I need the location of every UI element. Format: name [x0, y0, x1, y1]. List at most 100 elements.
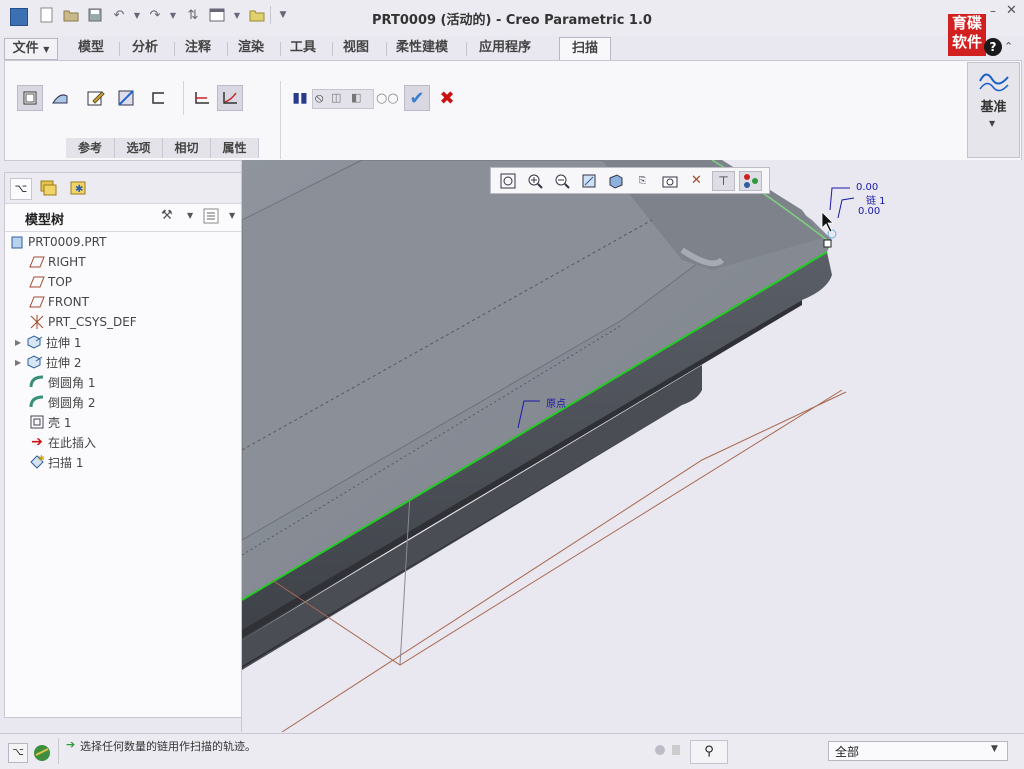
- extrude-icon: [27, 354, 43, 370]
- tree-settings-icon[interactable]: ⚒: [161, 208, 173, 223]
- tree-item-label: FRONT: [48, 295, 89, 309]
- browser-toggle-icon[interactable]: [32, 743, 52, 766]
- ribbon-tabs: 文件 ▼ 模型 分析 注释 渲染 工具 视图 柔性建模 应用程序 扫描: [0, 37, 1024, 62]
- tree-item-label: 在此插入: [48, 435, 97, 450]
- constant-section-button[interactable]: [189, 85, 215, 111]
- remove-material-button[interactable]: [113, 85, 139, 111]
- minimize-icon[interactable]: –: [990, 4, 1002, 18]
- tab-tools[interactable]: 工具: [284, 37, 322, 59]
- tab-render[interactable]: 渲染: [232, 37, 270, 59]
- ribbon-separator: [183, 81, 184, 115]
- tree-settings-dropdown-icon[interactable]: ▼: [187, 211, 193, 220]
- tree-item-sweep[interactable]: ✱ 扫描 1: [29, 452, 83, 472]
- tab-annotate[interactable]: 注释: [179, 37, 217, 59]
- datum-plane-icon: [29, 274, 45, 290]
- model-view[interactable]: [242, 160, 1024, 732]
- spin-center-icon[interactable]: [739, 170, 762, 191]
- datum-plane-icon: [29, 294, 45, 310]
- expand-arrow-icon[interactable]: ▶: [15, 358, 23, 367]
- refit-icon[interactable]: [496, 171, 519, 191]
- tree-item-shell[interactable]: 壳 1: [29, 412, 71, 432]
- tab-divider: [119, 42, 120, 56]
- dimension-value-bottom[interactable]: 0.00: [858, 206, 880, 217]
- view-manager-icon[interactable]: [658, 171, 681, 191]
- datum-curve-icon: [978, 67, 1010, 96]
- tab-sweep[interactable]: 扫描: [559, 37, 611, 62]
- tree-item-csys[interactable]: PRT_CSYS_DEF: [29, 312, 137, 332]
- subtab-references[interactable]: 参考: [66, 138, 115, 158]
- datum-dropdown-icon[interactable]: ▼: [989, 119, 995, 128]
- tree-item-front[interactable]: FRONT: [29, 292, 89, 312]
- preview-geometry-icon[interactable]: ◫: [331, 91, 341, 104]
- subtab-tangency[interactable]: 相切: [163, 138, 211, 158]
- panel-splitter[interactable]: [241, 160, 242, 732]
- sweep-solid-button[interactable]: [17, 85, 43, 111]
- tree-filters-dropdown-icon[interactable]: ▼: [229, 211, 235, 220]
- tab-view[interactable]: 视图: [337, 37, 375, 59]
- repaint-icon[interactable]: [577, 171, 600, 191]
- tab-divider: [386, 42, 387, 56]
- tree-item-top[interactable]: TOP: [29, 272, 72, 292]
- datum-group[interactable]: 基准 ▼: [967, 62, 1020, 158]
- no-preview-icon[interactable]: ⦸: [315, 91, 323, 106]
- round-icon: [29, 374, 45, 390]
- tree-item-label: PRT_CSYS_DEF: [48, 315, 137, 329]
- toggle-navigator-icon[interactable]: ⌥: [8, 743, 28, 763]
- datum-plane-icon: [29, 254, 45, 270]
- subtab-properties[interactable]: 属性: [211, 138, 259, 158]
- cancel-button[interactable]: ✖: [434, 85, 460, 111]
- tab-applications[interactable]: 应用程序: [473, 37, 537, 59]
- tab-model[interactable]: 模型: [72, 37, 110, 59]
- accept-button[interactable]: ✔: [404, 85, 430, 111]
- datum-label: 基准: [980, 100, 1007, 115]
- tree-item-label: 壳 1: [48, 415, 72, 430]
- zoom-in-icon[interactable]: [523, 171, 546, 191]
- tab-flexible-modeling[interactable]: 柔性建模: [390, 37, 454, 59]
- tab-file[interactable]: 文件 ▼: [4, 38, 58, 60]
- tree-item-extrude-2[interactable]: ▶ 拉伸 2: [15, 352, 81, 372]
- tree-root-label: PRT0009.PRT: [28, 235, 107, 249]
- glasses-preview-icon[interactable]: ○○: [376, 91, 399, 106]
- selection-filter-value: 全部: [835, 745, 860, 759]
- chain-label[interactable]: 链 1: [866, 192, 886, 207]
- datum-display-filters-icon[interactable]: ✕: [685, 171, 708, 191]
- svg-text:✱: ✱: [38, 454, 45, 463]
- subtab-options[interactable]: 选项: [115, 138, 163, 158]
- thicken-button[interactable]: [145, 85, 171, 111]
- verify-preview-icon[interactable]: ◧: [351, 91, 361, 104]
- folder-browser-tab-icon[interactable]: [38, 178, 58, 201]
- tab-divider: [466, 42, 467, 56]
- tab-divider: [174, 42, 175, 56]
- favorites-tab-icon[interactable]: ✱: [68, 178, 88, 201]
- model-tree-tab-icon[interactable]: ⌥: [10, 178, 32, 200]
- tab-divider: [280, 42, 281, 56]
- saved-orientations-icon[interactable]: ⎘: [631, 171, 654, 191]
- status-indicator-icon: [655, 745, 665, 755]
- tree-item-round-2[interactable]: 倒圆角 2: [29, 392, 95, 412]
- annotation-display-icon[interactable]: ⊤: [712, 170, 735, 191]
- display-style-icon[interactable]: [604, 171, 627, 191]
- zoom-out-icon[interactable]: [550, 171, 573, 191]
- sketch-button[interactable]: [83, 85, 109, 111]
- status-divider: [58, 738, 59, 764]
- status-message: 选择任何数量的链用作扫描的轨迹。: [80, 740, 256, 753]
- origin-label[interactable]: 原点: [546, 395, 566, 410]
- tree-item-right[interactable]: RIGHT: [29, 252, 86, 272]
- selection-filter[interactable]: 全部 ▼: [828, 741, 1008, 761]
- tree-item-extrude-1[interactable]: ▶ 拉伸 1: [15, 332, 81, 352]
- tree-root[interactable]: PRT0009.PRT: [9, 232, 106, 252]
- graphics-window[interactable]: 0.00 链 1 0.00 原点: [242, 160, 1024, 732]
- selection-filter-dropdown-icon[interactable]: ▼: [991, 744, 998, 754]
- pause-button[interactable]: ▮▮: [287, 85, 313, 111]
- tree-item-round-1[interactable]: 倒圆角 1: [29, 372, 95, 392]
- variable-section-button[interactable]: [217, 85, 243, 111]
- expand-arrow-icon[interactable]: ▶: [15, 338, 23, 347]
- title-bar: ↶ ▼ ↷ ▼ ⇅ ▼ ▼ PRT0009 (活动的) - Creo Param…: [0, 0, 1024, 56]
- tab-analysis[interactable]: 分析: [126, 37, 164, 59]
- find-icon[interactable]: ⚲: [690, 740, 728, 764]
- tree-filters-icon[interactable]: [203, 208, 219, 227]
- close-icon[interactable]: ✕: [1006, 3, 1018, 18]
- sweep-surface-button[interactable]: [47, 85, 73, 111]
- tree-item-insert-here[interactable]: ➔ 在此插入: [29, 432, 96, 452]
- insert-here-icon: ➔: [31, 434, 43, 450]
